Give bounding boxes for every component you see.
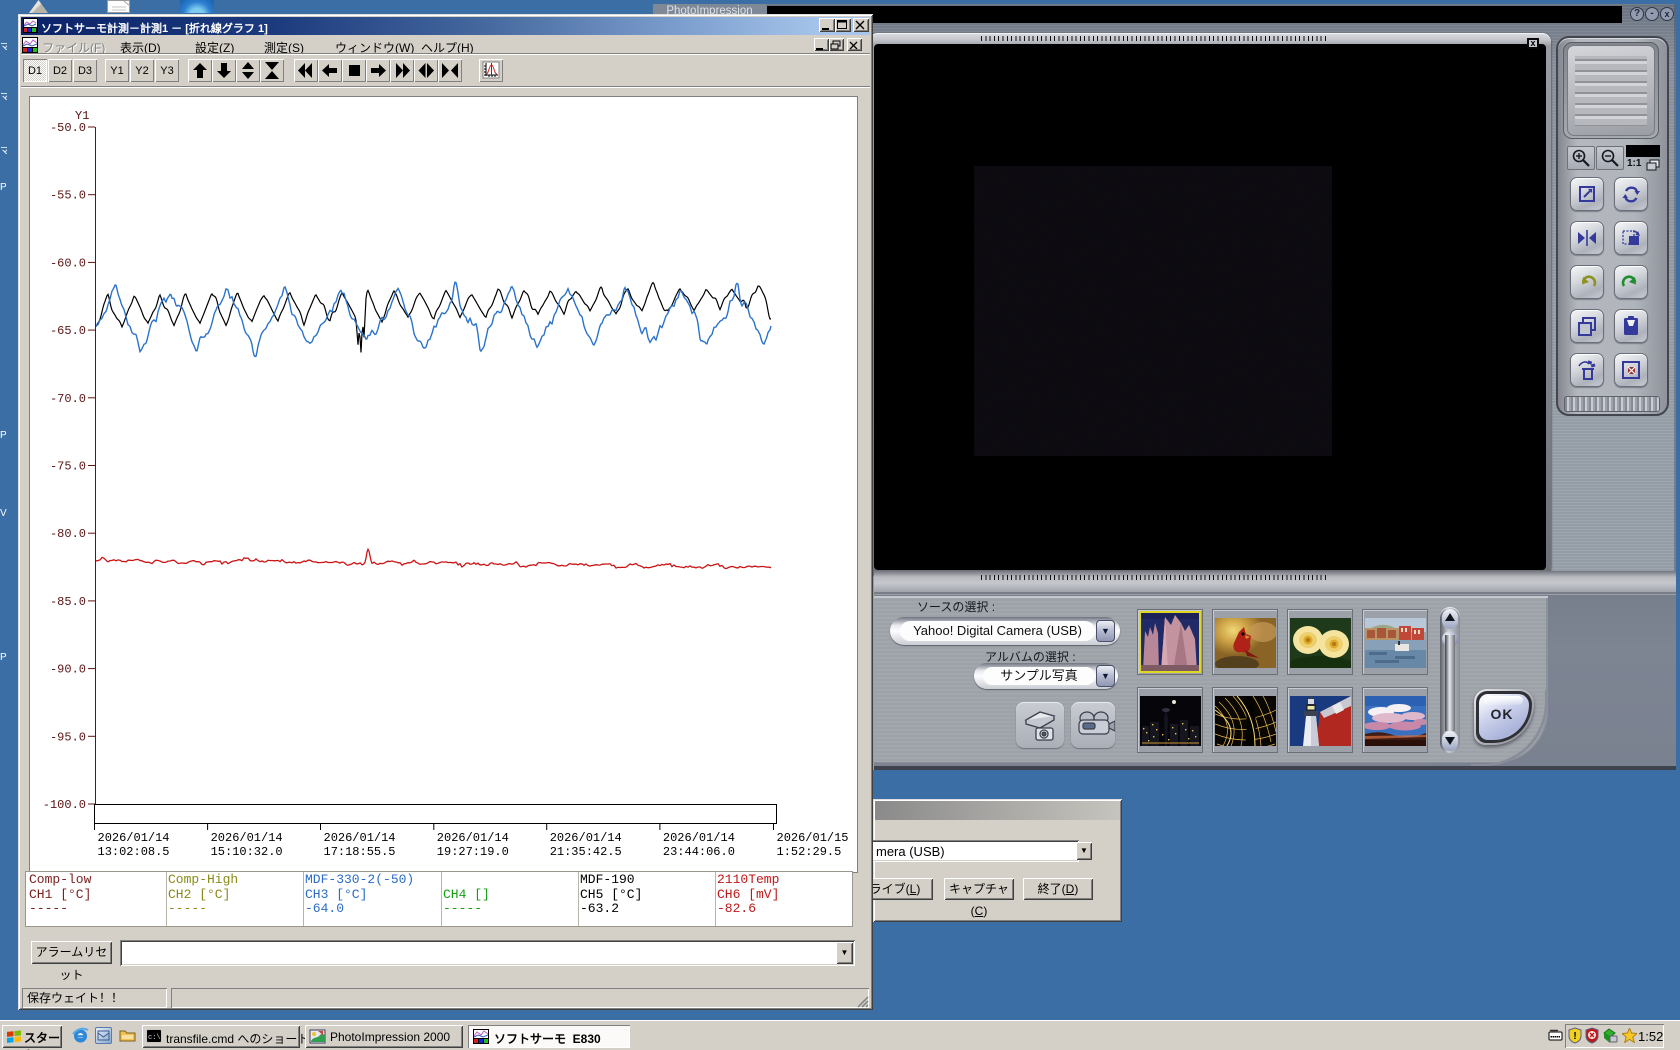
svg-text:-85.0: -85.0 [50,595,86,609]
svg-text:17:18:55.5: 17:18:55.5 [324,845,396,859]
svg-text:1:52:29.5: 1:52:29.5 [777,845,842,859]
svg-text:21:35:42.5: 21:35:42.5 [550,845,622,859]
svg-text:2026/01/14: 2026/01/14 [98,831,170,845]
svg-text:-80.0: -80.0 [50,527,86,541]
svg-text:2026/01/14: 2026/01/14 [211,831,283,845]
svg-text:2026/01/14: 2026/01/14 [324,831,396,845]
svg-text:-70.0: -70.0 [50,392,86,406]
svg-text:15:10:32.0: 15:10:32.0 [211,845,283,859]
svg-text:-100.0: -100.0 [43,798,86,812]
svg-text:-65.0: -65.0 [50,324,86,338]
svg-text:!: ! [1573,1031,1576,1042]
svg-text:-90.0: -90.0 [50,663,86,677]
svg-text:-75.0: -75.0 [50,460,86,474]
svg-text:13:02:08.5: 13:02:08.5 [98,845,170,859]
svg-text:23:44:06.0: 23:44:06.0 [663,845,735,859]
svg-text:2026/01/14: 2026/01/14 [437,831,509,845]
svg-text:19:27:19.0: 19:27:19.0 [437,845,509,859]
svg-text:2026/01/15: 2026/01/15 [777,831,849,845]
svg-text:2026/01/14: 2026/01/14 [550,831,622,845]
svg-text:-55.0: -55.0 [50,189,86,203]
svg-text:2026/01/14: 2026/01/14 [663,831,735,845]
svg-text:-60.0: -60.0 [50,256,86,270]
svg-text:-95.0: -95.0 [50,730,86,744]
svg-text:-50.0: -50.0 [50,121,86,135]
svg-text:c:\: c:\ [148,1034,161,1042]
